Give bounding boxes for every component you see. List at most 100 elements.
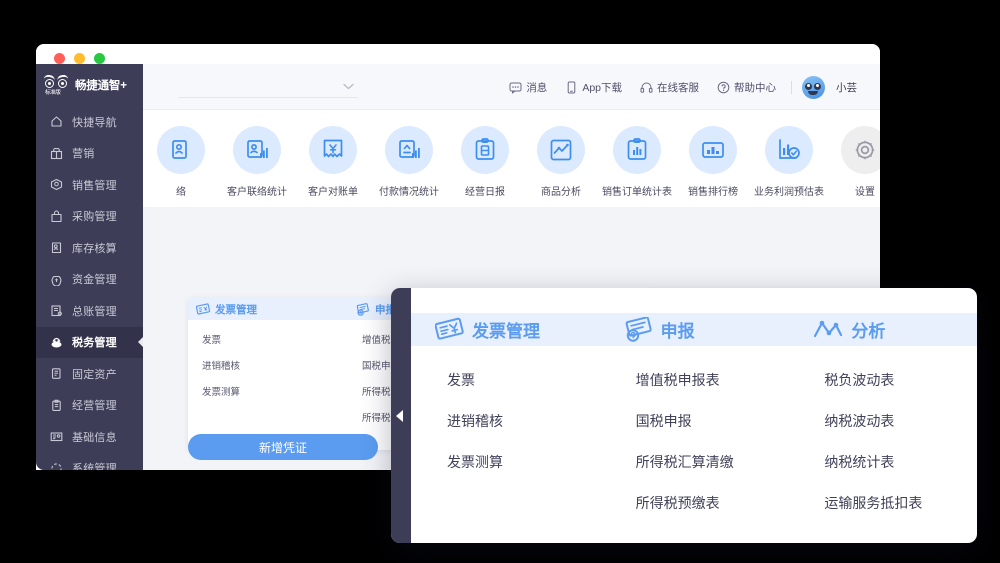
clipboard-icon: [50, 399, 63, 412]
shortcut-daily-report[interactable]: 经营日报: [447, 126, 523, 198]
shortcut-label: 设置: [855, 183, 875, 198]
shortcut-payment-stats[interactable]: 付款情况统计: [371, 126, 447, 198]
sidebar-item-label: 资金管理: [72, 271, 117, 287]
profit-estimate-icon: [765, 126, 813, 174]
sidebar-item-label: 营销: [72, 145, 94, 161]
popup-column-list: 发票 进销稽核 发票测算: [411, 346, 600, 483]
topbar-item-messages[interactable]: 消息: [500, 80, 556, 95]
sidebar-item-basic-info[interactable]: 基础信息: [36, 421, 143, 453]
gift-icon: [50, 147, 63, 160]
popup-column-invoice: 发票管理 发票 进销稽核 发票测算: [411, 288, 600, 543]
brand-badge: 标准版: [45, 90, 61, 97]
close-button[interactable]: [54, 53, 65, 64]
popup-column-list: 增值税申报表 国税申报 所得税汇算清缴 所得税预缴表: [600, 346, 789, 524]
sidebar-item-tax[interactable]: 税务管理: [36, 327, 143, 359]
shortcut-sales-ranking[interactable]: 销售排行榜: [675, 126, 751, 198]
topbar-item-help-center[interactable]: 帮助中心: [708, 80, 785, 95]
inventory-icon: [50, 241, 63, 254]
sidebar-item-marketing[interactable]: 营销: [36, 138, 143, 170]
info-card-icon: [50, 430, 63, 443]
home-icon: [50, 115, 63, 128]
bg-menu-item[interactable]: 发票测算: [188, 380, 348, 406]
sidebar-item-label: 总账管理: [72, 303, 117, 319]
shortcut-settings[interactable]: 设置: [827, 126, 880, 198]
declaration-icon: [624, 317, 654, 343]
bg-column-header: 发票管理: [188, 298, 348, 320]
popup-menu-item[interactable]: 纳税统计表: [788, 442, 977, 483]
popup-menu-item[interactable]: 所得税预缴表: [600, 483, 789, 524]
declaration-icon: [356, 303, 371, 316]
popup-collapse-strip[interactable]: [391, 288, 411, 543]
brand-name: 畅捷通智+: [75, 77, 127, 93]
sidebar-item-fixed-assets[interactable]: 固定资产: [36, 358, 143, 390]
window-traffic-lights[interactable]: [54, 53, 105, 64]
sidebar-item-label: 库存核算: [72, 240, 117, 256]
shortcut-profit-estimate[interactable]: 业务利润预估表: [751, 126, 827, 198]
shortcut-label: 经营日报: [465, 183, 505, 198]
shortcut-label: 商品分析: [541, 183, 581, 198]
shortcut-customer-contact[interactable]: 络: [143, 126, 219, 198]
shortcut-sales-order-stats[interactable]: 销售订单统计表: [599, 126, 675, 198]
popup-menu-item[interactable]: 进销稽核: [411, 401, 600, 442]
sidebar: 标准版 畅捷通智+ 快捷导航 营销 销售管理: [36, 64, 143, 470]
popup-menu-item[interactable]: 发票: [411, 360, 600, 401]
mobile-app-icon: [565, 81, 578, 94]
bg-menu-item[interactable]: 进销稽核: [188, 354, 348, 380]
bg-column-list: 发票 进销稽核 发票测算: [188, 328, 348, 406]
owl-logo-icon: 标准版: [44, 74, 70, 96]
popup-column-header: 分析: [788, 313, 977, 346]
popup-column-title: 分析: [851, 317, 885, 342]
popup-menu-item[interactable]: 纳税波动表: [788, 401, 977, 442]
topbar-actions: 消息 App下载 在线客服: [500, 64, 866, 110]
topbar-item-label: 帮助中心: [734, 80, 776, 95]
sidebar-item-label: 快捷导航: [72, 114, 117, 130]
topbar-divider: [791, 81, 792, 94]
screenshot-stage: 消息 App下载 在线客服: [0, 0, 1000, 563]
shortcut-product-analysis[interactable]: 商品分析: [523, 126, 599, 198]
topbar-item-online-support[interactable]: 在线客服: [631, 80, 708, 95]
maximize-button[interactable]: [94, 53, 105, 64]
question-circle-icon: [717, 81, 730, 94]
active-indicator-arrow-icon: [138, 337, 143, 347]
sidebar-item-funds[interactable]: 资金管理: [36, 264, 143, 296]
popup-menu-item[interactable]: 税负波动表: [788, 360, 977, 401]
popup-menu-item[interactable]: 发票测算: [411, 442, 600, 483]
analysis-icon: [812, 317, 844, 343]
sidebar-item-inventory[interactable]: 库存核算: [36, 232, 143, 264]
sidebar-item-operations[interactable]: 经营管理: [36, 390, 143, 422]
sidebar-item-label: 税务管理: [72, 334, 117, 350]
shortcut-customer-statement[interactable]: 客户对账单: [295, 126, 371, 198]
popup-menu-item[interactable]: 增值税申报表: [600, 360, 789, 401]
bg-menu-item[interactable]: 发票: [188, 328, 348, 354]
user-name: 小芸: [836, 80, 857, 95]
sidebar-item-purchase[interactable]: 采购管理: [36, 201, 143, 233]
popup-column-title: 发票管理: [472, 317, 540, 342]
avatar: [802, 76, 825, 99]
popup-column-title: 申报: [661, 317, 695, 342]
popup-menu-item[interactable]: 所得税汇算清缴: [600, 442, 789, 483]
sales-icon: [50, 178, 63, 191]
user-menu[interactable]: 小芸: [798, 76, 866, 99]
sidebar-item-sales[interactable]: 销售管理: [36, 169, 143, 201]
invoice-icon: [435, 317, 465, 343]
bar-chart-clipboard-icon: [613, 126, 661, 174]
topbar-item-label: 消息: [526, 80, 547, 95]
sidebar-item-system[interactable]: 系统管理: [36, 453, 143, 471]
org-selector[interactable]: [178, 76, 358, 98]
sidebar-item-ledger[interactable]: 总账管理: [36, 295, 143, 327]
popup-menu-item[interactable]: 国税申报: [600, 401, 789, 442]
bg-menu-column-invoice: 发票管理 发票 进销稽核 发票测算: [188, 298, 348, 450]
topbar-item-app-download[interactable]: App下载: [556, 80, 631, 95]
add-voucher-button[interactable]: 新增凭证: [188, 434, 378, 460]
shortcut-icon-row: 络 客户联络统计: [143, 111, 880, 207]
customer-contact-icon: [157, 126, 205, 174]
popup-menu-item[interactable]: 运输服务抵扣表: [788, 483, 977, 524]
sidebar-item-quick-nav[interactable]: 快捷导航: [36, 106, 143, 138]
chevron-down-icon: [343, 83, 354, 90]
shortcut-label: 销售排行榜: [688, 183, 738, 198]
minimize-button[interactable]: [74, 53, 85, 64]
shortcut-customer-stats[interactable]: 客户联络统计: [219, 126, 295, 198]
ranking-icon: [689, 126, 737, 174]
topbar-item-label: App下载: [582, 80, 622, 95]
daily-report-icon: [461, 126, 509, 174]
